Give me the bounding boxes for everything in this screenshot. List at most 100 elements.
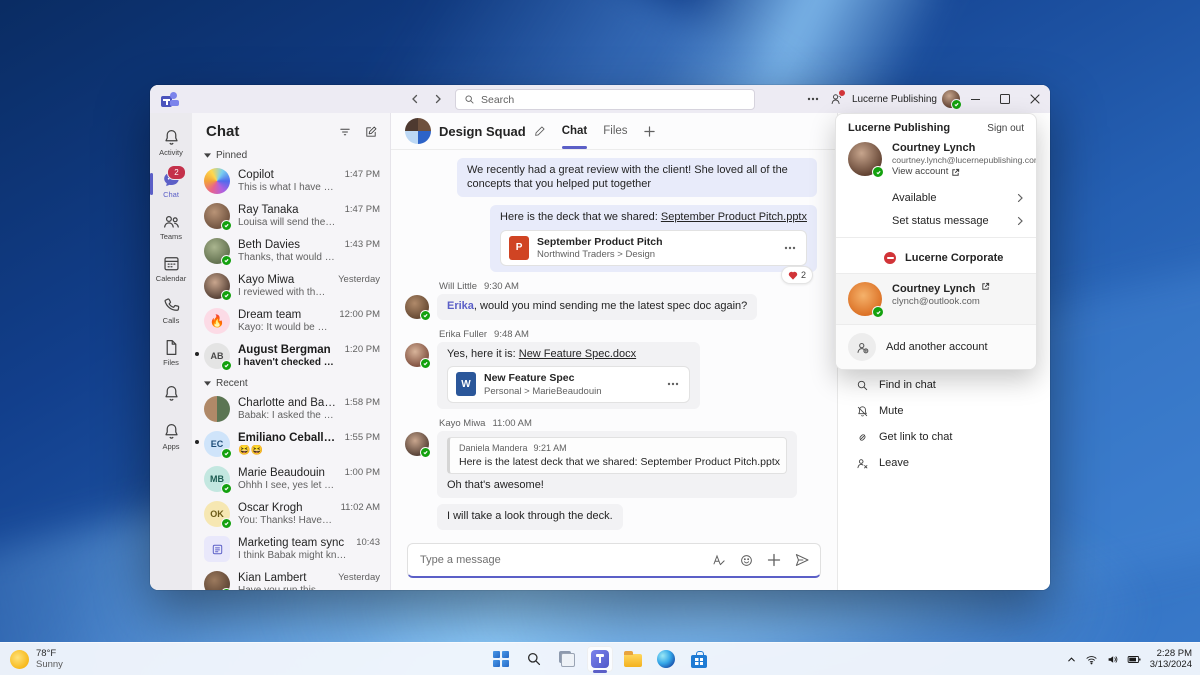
teams-window: Search Lucerne Publishing Activity Chat …	[150, 85, 1050, 590]
edge-button[interactable]	[653, 646, 679, 672]
reaction-heart[interactable]: 2	[780, 266, 813, 284]
weather-widget[interactable]: 78°F Sunny	[10, 648, 63, 670]
org-name-label: Lucerne Publishing	[851, 93, 937, 105]
chat-list-item[interactable]: MB Marie BeaudouinOhhh I see, yes let me…	[196, 462, 386, 496]
filter-icon[interactable]	[338, 125, 352, 139]
chat-list-item[interactable]: Marketing team sync I think Babak might k…	[196, 532, 386, 566]
sign-out-button[interactable]: Sign out	[987, 123, 1024, 134]
message-bubble-sent: We recently had a great review with the …	[457, 158, 817, 197]
section-pinned[interactable]: Pinned	[192, 146, 390, 163]
edit-name-icon[interactable]	[534, 125, 546, 137]
option-leave[interactable]: Leave	[838, 450, 1050, 476]
task-view-button[interactable]	[554, 646, 580, 672]
chat-list-panel: Chat Pinned Copilot This is what I have o…	[192, 113, 391, 590]
chat-list-item[interactable]: Beth DaviesThanks, that would be nice. 1…	[196, 234, 386, 268]
search-input[interactable]: Search	[455, 89, 755, 110]
format-icon[interactable]	[711, 553, 726, 568]
tab-chat[interactable]: Chat	[561, 113, 587, 149]
start-button[interactable]	[488, 646, 514, 672]
avatar	[848, 142, 884, 178]
avatar	[405, 342, 431, 369]
chat-list-item[interactable]: EC Emiliano Ceballos 😆😆 1:55 PM	[195, 427, 386, 461]
add-account-button[interactable]: Add another account	[836, 324, 1036, 369]
avatar	[848, 282, 884, 318]
attach-plus-icon[interactable]	[767, 553, 781, 567]
taskbar-teams-button[interactable]	[587, 646, 613, 673]
view-account-link[interactable]: View account	[892, 166, 1036, 178]
chat-list-item[interactable]: Kayo MiwaI reviewed with the client on… …	[196, 269, 386, 303]
chat-list-item[interactable]: Ray TanakaLouisa will send the initial l…	[196, 199, 386, 233]
taskbar: 78°F Sunny 2:28 PM 3/13/2024	[0, 642, 1200, 675]
file-link[interactable]: September Product Pitch.pptx	[661, 211, 807, 223]
chat-list-item[interactable]: 🔥 Dream teamKayo: It would be great to s…	[196, 304, 386, 338]
people-notification-icon[interactable]	[825, 89, 849, 106]
rail-item-teams[interactable]: Teams	[150, 205, 192, 247]
rail-item-activity[interactable]: Activity	[150, 121, 192, 163]
tab-files[interactable]: Files	[603, 113, 627, 149]
volume-icon[interactable]	[1106, 653, 1119, 666]
store-button[interactable]	[686, 646, 712, 672]
secondary-account[interactable]: Courtney Lynch clynch@outlook.com	[836, 273, 1036, 324]
conversation-title: Design Squad	[439, 123, 526, 139]
clock[interactable]: 2:28 PM 3/13/2024	[1150, 648, 1192, 670]
search-icon	[856, 379, 869, 392]
chat-list-item[interactable]: Charlotte and Babak Babak: I asked the cl…	[196, 392, 386, 426]
tray-chevron-icon[interactable]	[1066, 654, 1077, 665]
maximize-button[interactable]	[990, 85, 1020, 113]
chat-list-item[interactable]: AB August BergmanI haven't checked avail…	[195, 339, 386, 373]
link-icon	[856, 431, 869, 444]
emoji-icon[interactable]	[739, 553, 754, 568]
composer-placeholder: Type a message	[420, 554, 501, 566]
file-card[interactable]: W New Feature Spec Personal > MarieBeaud…	[447, 366, 690, 403]
rail-item-calendar[interactable]: Calendar	[150, 247, 192, 289]
initials-avatar: AB	[204, 343, 232, 371]
rail-item-files[interactable]: Files	[150, 331, 192, 373]
option-mute[interactable]: Mute	[838, 398, 1050, 424]
option-get-link[interactable]: Get link to chat	[838, 424, 1050, 450]
status-message-menu-item[interactable]: Set status message	[836, 209, 1036, 232]
wifi-icon[interactable]	[1085, 653, 1098, 666]
teams-logo-icon	[161, 91, 179, 108]
file-link[interactable]: New Feature Spec.docx	[519, 348, 636, 360]
send-icon[interactable]	[794, 552, 810, 568]
message-composer[interactable]: Type a message	[407, 543, 821, 578]
rail-item-apps[interactable]: Apps	[150, 415, 192, 457]
rail-item-extra[interactable]	[150, 373, 192, 415]
chat-list-item[interactable]: Kian LambertHave you run this by Beth? M…	[196, 567, 386, 590]
chat-list-item[interactable]: OK Oscar KroghYou: Thanks! Have a nice d…	[196, 497, 386, 531]
calendar-icon	[162, 254, 181, 273]
rail-item-chat[interactable]: Chat 2	[150, 163, 192, 205]
option-find-in-chat[interactable]: Find in chat	[838, 372, 1050, 398]
section-recent[interactable]: Recent	[192, 374, 390, 391]
taskbar-search-button[interactable]	[521, 646, 547, 672]
close-button[interactable]	[1020, 85, 1050, 113]
file-more-icon[interactable]	[782, 246, 798, 250]
message-bubble-sent: Here is the deck that we shared: Septemb…	[405, 205, 817, 284]
avatar	[204, 238, 232, 266]
initials-avatar: EC	[204, 431, 232, 459]
forward-button[interactable]	[433, 94, 443, 104]
file-card[interactable]: P September Product Pitch Northwind Trad…	[500, 229, 807, 266]
file-more-icon[interactable]	[665, 382, 681, 386]
chat-list-item[interactable]: CopilotThis is what I have on the latest…	[196, 164, 386, 198]
account-menu: Lucerne Publishing Sign out Courtney Lyn…	[835, 113, 1037, 370]
mention[interactable]: Erika	[447, 300, 474, 312]
primary-account[interactable]: Courtney Lynch courtney.lynch@lucernepub…	[836, 138, 1036, 186]
account-avatar[interactable]	[942, 90, 962, 110]
availability-menu-item[interactable]: Available	[836, 186, 1036, 209]
message-bubble: Erika, would you mind sending me the lat…	[437, 294, 758, 320]
sun-icon	[10, 649, 29, 669]
quoted-message[interactable]: Daniela Mandera 9:21 AM Here is the lates…	[447, 436, 787, 474]
file-explorer-button[interactable]	[620, 646, 646, 672]
new-chat-icon[interactable]	[364, 125, 378, 139]
chevron-right-icon	[1016, 193, 1024, 203]
add-tab-icon[interactable]	[643, 125, 655, 137]
minimize-button[interactable]	[960, 85, 990, 113]
rail-item-calls[interactable]: Calls	[150, 289, 192, 331]
battery-icon[interactable]	[1127, 653, 1142, 666]
phone-icon	[162, 296, 181, 315]
back-button[interactable]	[410, 94, 420, 104]
other-org-item[interactable]: Lucerne Corporate	[836, 243, 1036, 273]
more-options-button[interactable]	[801, 97, 825, 101]
unread-dot	[195, 440, 199, 444]
